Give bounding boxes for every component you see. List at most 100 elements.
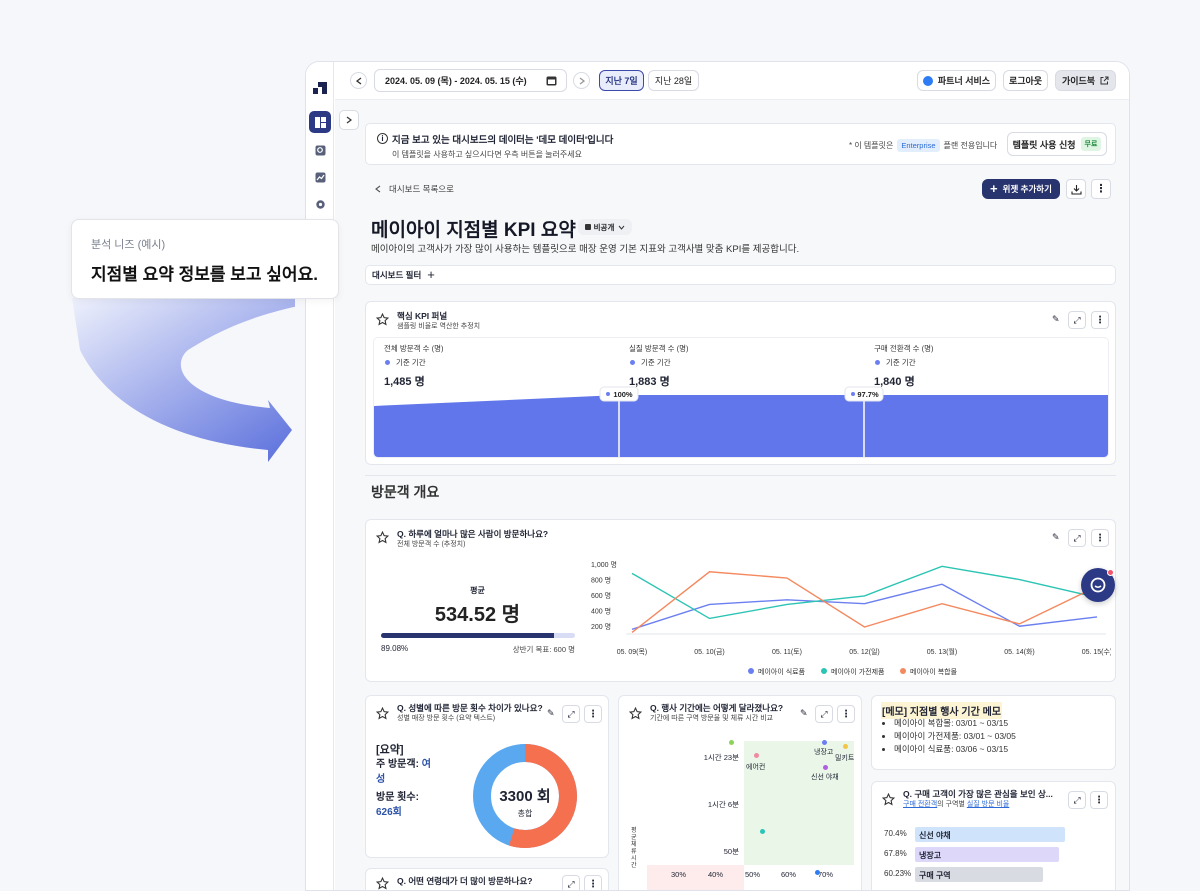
interest-link-1[interactable]: 구매 전환객 xyxy=(903,801,937,808)
edit-icon[interactable]: ✎ xyxy=(1052,314,1060,325)
widget-menu-button[interactable]: ⋮ xyxy=(837,705,855,723)
bar: 신선 야채 xyxy=(915,827,1065,842)
star-icon[interactable] xyxy=(882,793,895,806)
section-title: 방문객 개요 xyxy=(371,484,440,500)
point-dot xyxy=(760,829,765,834)
edit-icon[interactable]: ✎ xyxy=(547,708,555,719)
info-icon: i xyxy=(377,133,388,144)
y-tick-label: 400 명 xyxy=(591,607,611,616)
expand-widget-button[interactable]: ⤢ xyxy=(1068,311,1086,329)
add-widget-button[interactable]: + 위젯 추가하기 xyxy=(982,179,1060,199)
expand-sidebar-button[interactable] xyxy=(339,110,359,130)
expand-widget-button[interactable]: ⤢ xyxy=(1068,791,1086,809)
dashboard-icon[interactable] xyxy=(309,111,331,133)
widget-menu-button[interactable]: ⋮ xyxy=(584,705,602,723)
y-label-1: 1시간 23분 xyxy=(703,753,739,762)
y-tick-label: 200 명 xyxy=(591,622,611,631)
point-dot xyxy=(843,744,848,749)
enterprise-badge: Enterprise xyxy=(897,139,940,152)
y-tick-label: 800 명 xyxy=(591,576,611,585)
app-window: 2024. 05. 09 (목) - 2024. 05. 15 (수) 지난 7… xyxy=(305,61,1130,891)
prev-range-button[interactable] xyxy=(350,72,367,89)
series-line xyxy=(631,583,1098,630)
widget-menu-button[interactable]: ⋮ xyxy=(584,875,602,890)
more-menu-button[interactable]: ⋮ xyxy=(1091,179,1111,199)
main-visitor-label: 주 방문객: xyxy=(376,759,422,770)
date-range-picker[interactable]: 2024. 05. 09 (목) - 2024. 05. 15 (수) xyxy=(374,69,567,92)
y-label-3: 50분 xyxy=(723,847,739,856)
point-dot xyxy=(729,740,734,745)
dashboard-filter-bar[interactable]: 대시보드 필터 + xyxy=(365,265,1116,285)
expand-icon: ⤢ xyxy=(567,878,575,889)
widget-menu-button[interactable]: ⋮ xyxy=(1090,791,1108,809)
next-range-button[interactable] xyxy=(573,72,590,89)
age-title: Q. 어떤 연령대가 더 많이 방문하나요? xyxy=(397,876,533,886)
star-icon[interactable] xyxy=(629,707,642,720)
visitors-subtitle: 전체 방문객 수 (추정치) xyxy=(397,541,466,548)
quadrant-red xyxy=(647,865,744,890)
bar-percent: 67.8% xyxy=(884,849,907,858)
trend-icon[interactable] xyxy=(309,166,331,188)
edit-icon[interactable]: ✎ xyxy=(800,708,808,719)
y-axis-label: 평균 체류 시간 xyxy=(631,828,637,869)
x-tick-label: 05. 14(화) xyxy=(1004,648,1035,656)
star-icon[interactable] xyxy=(376,877,389,890)
interest-link-2[interactable]: 실질 방문 비율 xyxy=(967,801,1010,808)
more-vertical-icon: ⋮ xyxy=(1094,794,1104,806)
bar: 냉장고 xyxy=(915,847,1060,862)
funnel-rate-label: 97.7% xyxy=(857,390,879,399)
visit-count-label: 방문 횟수: xyxy=(376,792,419,803)
plan-prefix: * 이 템플릿은 xyxy=(849,141,894,150)
legend-dot xyxy=(900,668,906,674)
star-icon[interactable] xyxy=(376,313,389,326)
chat-icon xyxy=(1090,577,1106,593)
callout-arrow-icon xyxy=(72,298,295,462)
zone-interest-widget: Q. 구매 고객이 가장 많은 관심을 보인 상... 구매 전환객의 구역별 … xyxy=(871,781,1116,890)
summary-title: [요약] xyxy=(376,744,404,756)
logout-button[interactable]: 로그아웃 xyxy=(1003,70,1048,91)
y-tick-label: 600 명 xyxy=(591,591,611,600)
visibility-dropdown[interactable]: 비공개 xyxy=(578,219,632,235)
last-28-days-tab[interactable]: 지난 28일 xyxy=(648,70,699,91)
chevron-left-icon xyxy=(375,185,381,193)
x-tick-label: 05. 12(일) xyxy=(849,647,880,656)
notice-subtitle: 이 템플릿을 사용하고 싶으시다면 우측 버튼을 눌러주세요 xyxy=(392,150,582,159)
bar-percent: 60.23% xyxy=(884,869,912,878)
needs-callout: 분석 니즈 (예시) 지점별 요약 정보를 보고 싶어요. xyxy=(71,219,339,299)
download-button[interactable] xyxy=(1066,179,1086,199)
legend-label: 메이아이 가전제품 xyxy=(831,667,885,676)
visit-count-value: 626회 xyxy=(376,807,402,818)
chevron-down-icon xyxy=(618,225,625,230)
partner-service-button[interactable]: 파트너 서비스 xyxy=(917,70,996,91)
add-filter-icon[interactable]: + xyxy=(427,268,435,281)
point-dot xyxy=(822,740,827,745)
search-report-icon[interactable] xyxy=(309,139,331,161)
partner-label: 파트너 서비스 xyxy=(937,76,991,86)
expand-widget-button[interactable]: ⤢ xyxy=(562,705,580,723)
chat-support-button[interactable] xyxy=(1081,568,1115,602)
edit-icon[interactable]: ✎ xyxy=(1052,532,1060,543)
star-icon[interactable] xyxy=(376,531,389,544)
expand-widget-button[interactable]: ⤢ xyxy=(562,875,580,890)
visibility-label: 비공개 xyxy=(593,222,615,232)
widget-menu-button[interactable]: ⋮ xyxy=(1091,529,1109,547)
last-7-days-tab[interactable]: 지난 7일 xyxy=(599,70,644,91)
apply-template-button[interactable]: 템플릿 사용 신청 무료 xyxy=(1007,132,1107,156)
expand-widget-button[interactable]: ⤢ xyxy=(815,705,833,723)
memo-list: 메이아이 복합몰: 03/01 ~ 03/15메이아이 가전제품: 03/01 … xyxy=(894,717,1016,756)
donut-total-value: 3300 회 xyxy=(499,788,551,805)
more-vertical-icon: ⋮ xyxy=(1095,314,1105,326)
progress-percent: 89.08% xyxy=(381,644,409,653)
expand-icon: ⤢ xyxy=(1073,794,1081,805)
expand-icon: ⤢ xyxy=(567,708,575,719)
widget-menu-button[interactable]: ⋮ xyxy=(1091,311,1109,329)
back-link[interactable]: 대시보드 목록으로 xyxy=(375,183,454,195)
guidebook-label: 가이드북 xyxy=(1061,76,1096,86)
y-tick-label: 1,000 명 xyxy=(591,560,617,569)
expand-widget-button[interactable]: ⤢ xyxy=(1068,529,1086,547)
star-icon[interactable] xyxy=(376,707,389,720)
guidebook-button[interactable]: 가이드북 xyxy=(1055,70,1116,91)
x-label-3: 50% xyxy=(745,870,761,879)
gear-icon[interactable] xyxy=(309,193,331,215)
lock-icon xyxy=(584,224,591,230)
